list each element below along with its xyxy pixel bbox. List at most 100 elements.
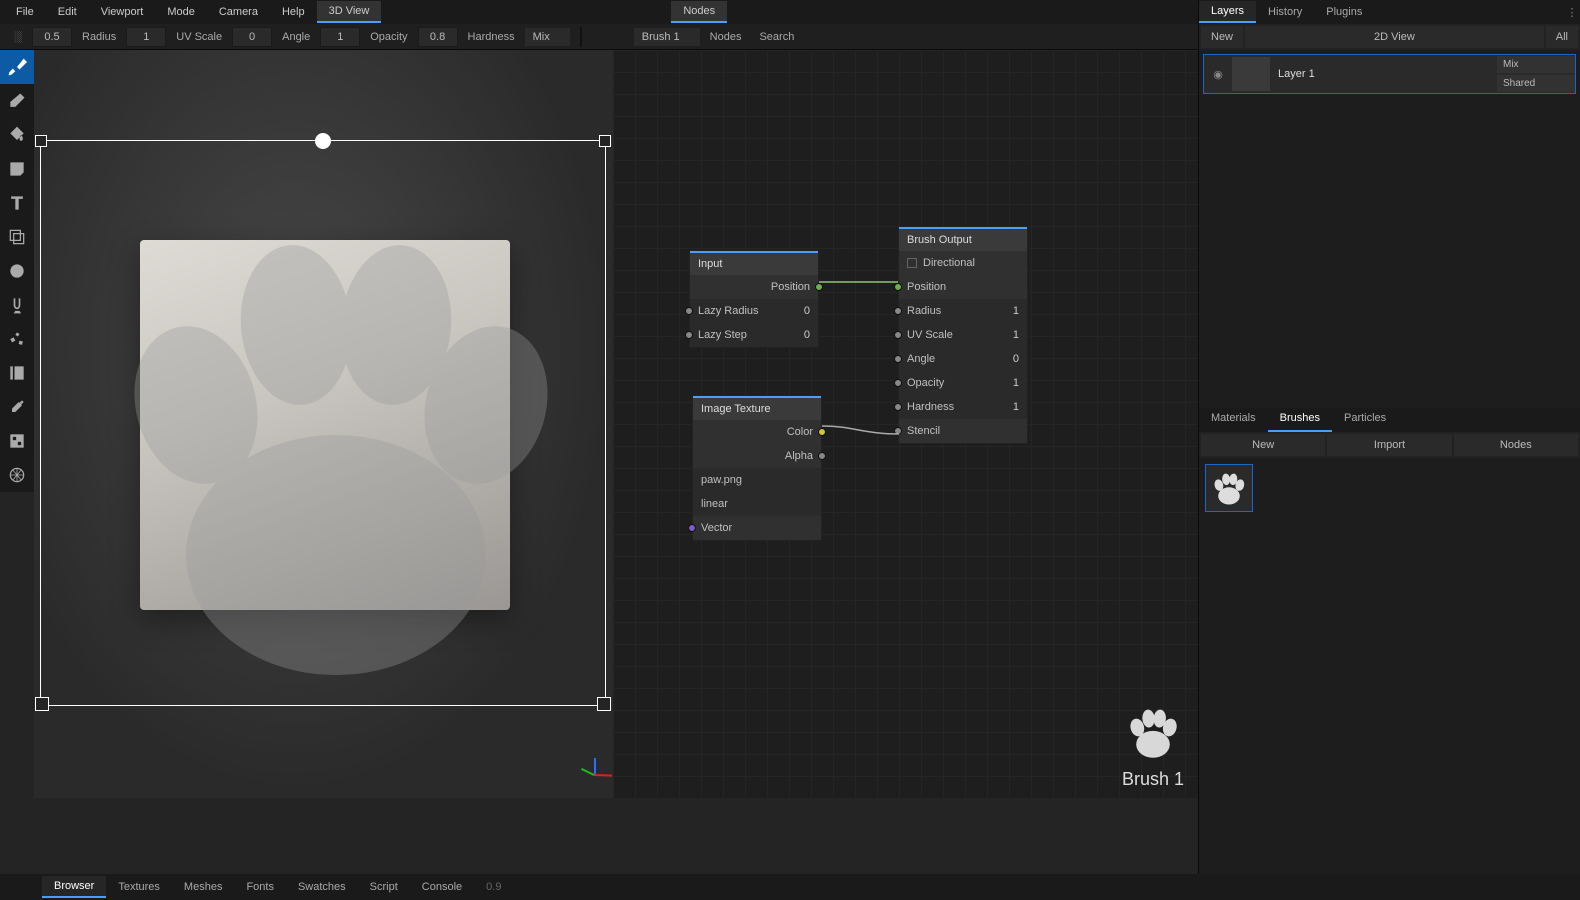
nodes-button[interactable]: Nodes	[702, 28, 750, 46]
layer-name[interactable]: Layer 1	[1278, 68, 1497, 80]
layer-blend-dropdown[interactable]: Mix	[1497, 56, 1575, 73]
brush-grid	[1199, 458, 1580, 518]
right-panel: Layers History Plugins ⋮ New 2D View All…	[1198, 0, 1580, 900]
stencil-rotate-handle[interactable]	[315, 133, 331, 149]
hardness-label: Hardness	[460, 28, 523, 46]
eraser-tool[interactable]	[0, 84, 34, 118]
tabs-more-icon[interactable]: ⋮	[1564, 6, 1580, 19]
layer-row[interactable]: ◉ Layer 1 Mix Shared	[1203, 54, 1576, 94]
tab-brushes[interactable]: Brushes	[1268, 408, 1332, 432]
angle-label: Angle	[274, 28, 318, 46]
menu-camera[interactable]: Camera	[207, 2, 270, 22]
particle-tool[interactable]	[0, 322, 34, 356]
layer-shared-dropdown[interactable]: Shared	[1497, 75, 1575, 92]
decal-tool[interactable]	[0, 152, 34, 186]
blur-tool[interactable]	[0, 254, 34, 288]
radius-label: Radius	[74, 28, 124, 46]
brush-preset-icon[interactable]: ░	[6, 27, 30, 47]
tab-console[interactable]: Console	[410, 877, 474, 897]
tab-nodes[interactable]: Nodes	[671, 1, 727, 23]
clone-tool[interactable]	[0, 220, 34, 254]
colorid-tool[interactable]	[0, 424, 34, 458]
node-output-radius[interactable]: Radius1	[899, 299, 1027, 323]
brush-preview: Brush 1	[1122, 704, 1184, 790]
brushes-actions: New Import Nodes	[1199, 432, 1580, 458]
library-tabs: Materials Brushes Particles	[1199, 408, 1580, 432]
brush-item[interactable]	[1205, 464, 1253, 512]
uvscale-field[interactable]: 0	[232, 27, 272, 47]
node-input-position: Position	[690, 275, 818, 299]
node-input[interactable]: Input Position Lazy Radius0 Lazy Step0	[689, 250, 819, 348]
layer-thumbnail[interactable]	[1232, 57, 1270, 91]
tab-history[interactable]: History	[1256, 2, 1314, 22]
node-output-stencil: Stencil	[899, 419, 1027, 443]
opacity-field[interactable]: 0.8	[418, 27, 458, 47]
layers-actions: New 2D View All	[1199, 24, 1580, 50]
angle-field[interactable]: 1	[320, 27, 360, 47]
node-input-lazystep[interactable]: Lazy Step0	[690, 323, 818, 347]
layers-all-button[interactable]: All	[1546, 26, 1578, 48]
tab-particles[interactable]: Particles	[1332, 408, 1398, 432]
node-input-header[interactable]: Input	[690, 251, 818, 275]
text-tool[interactable]	[0, 186, 34, 220]
tab-script[interactable]: Script	[358, 877, 410, 897]
uvscale-label: UV Scale	[168, 28, 230, 46]
menu-help[interactable]: Help	[270, 2, 317, 22]
3d-viewport[interactable]	[34, 50, 613, 798]
menu-edit[interactable]: Edit	[46, 2, 89, 22]
layers-2dview-button[interactable]: 2D View	[1245, 26, 1544, 48]
tab-plugins[interactable]: Plugins	[1314, 2, 1374, 22]
brush-tool[interactable]	[0, 50, 34, 84]
menu-mode[interactable]: Mode	[155, 2, 207, 22]
tab-swatches[interactable]: Swatches	[286, 877, 358, 897]
node-imgtex-color: Color	[693, 420, 821, 444]
brushes-new-button[interactable]: New	[1201, 434, 1325, 456]
node-image-texture[interactable]: Image Texture Color Alpha paw.png linear…	[692, 395, 822, 541]
search-button[interactable]: Search	[751, 28, 802, 46]
tab-meshes[interactable]: Meshes	[172, 877, 235, 897]
layers-new-button[interactable]: New	[1201, 26, 1243, 48]
bottom-value: 0.9	[486, 881, 501, 893]
menu-file[interactable]: File	[4, 2, 46, 22]
tab-3dview[interactable]: 3D View	[317, 1, 382, 23]
value-field[interactable]: 0.5	[32, 27, 72, 47]
brush-dropdown[interactable]: Brush 1	[634, 28, 700, 46]
brushes-nodes-button[interactable]: Nodes	[1454, 434, 1578, 456]
menu-viewport[interactable]: Viewport	[89, 2, 156, 22]
node-output-position: Position	[899, 275, 1027, 299]
node-imgtex-header[interactable]: Image Texture	[693, 396, 821, 420]
bottom-bar: Browser Textures Meshes Fonts Swatches S…	[0, 874, 1580, 900]
radius-field[interactable]: 1	[126, 27, 166, 47]
node-output-header[interactable]: Brush Output	[899, 227, 1027, 251]
brushes-import-button[interactable]: Import	[1327, 434, 1451, 456]
stencil-overlay	[86, 170, 586, 720]
tab-fonts[interactable]: Fonts	[234, 877, 286, 897]
picker-tool[interactable]	[0, 390, 34, 424]
node-brush-output[interactable]: Brush Output Directional Position Radius…	[898, 226, 1028, 444]
tab-layers[interactable]: Layers	[1199, 1, 1256, 23]
node-editor[interactable]: Input Position Lazy Radius0 Lazy Step0 I…	[613, 50, 1198, 798]
node-output-angle[interactable]: Angle0	[899, 347, 1027, 371]
node-input-lazyradius[interactable]: Lazy Radius0	[690, 299, 818, 323]
smudge-tool[interactable]	[0, 288, 34, 322]
left-toolbar	[0, 50, 34, 492]
tab-textures[interactable]: Textures	[106, 877, 172, 897]
node-imgtex-file[interactable]: paw.png	[693, 468, 821, 492]
brush-preview-label: Brush 1	[1122, 769, 1184, 790]
node-imgtex-filter[interactable]: linear	[693, 492, 821, 516]
node-imgtex-alpha: Alpha	[693, 444, 821, 468]
tab-browser[interactable]: Browser	[42, 876, 106, 898]
node-imgtex-vector: Vector	[693, 516, 821, 540]
node-output-opacity[interactable]: Opacity1	[899, 371, 1027, 395]
axis-gizmo	[582, 760, 610, 788]
bake-tool[interactable]	[0, 356, 34, 390]
fill-tool[interactable]	[0, 118, 34, 152]
node-output-hardness[interactable]: Hardness1	[899, 395, 1027, 419]
node-output-directional[interactable]: Directional	[899, 251, 1027, 275]
material-tool[interactable]	[0, 458, 34, 492]
node-output-uvscale[interactable]: UV Scale1	[899, 323, 1027, 347]
right-tabs: Layers History Plugins ⋮	[1199, 0, 1580, 24]
layer-visibility-icon[interactable]: ◉	[1204, 68, 1232, 81]
blend-dropdown[interactable]: Mix	[525, 28, 570, 46]
tab-materials[interactable]: Materials	[1199, 408, 1268, 432]
